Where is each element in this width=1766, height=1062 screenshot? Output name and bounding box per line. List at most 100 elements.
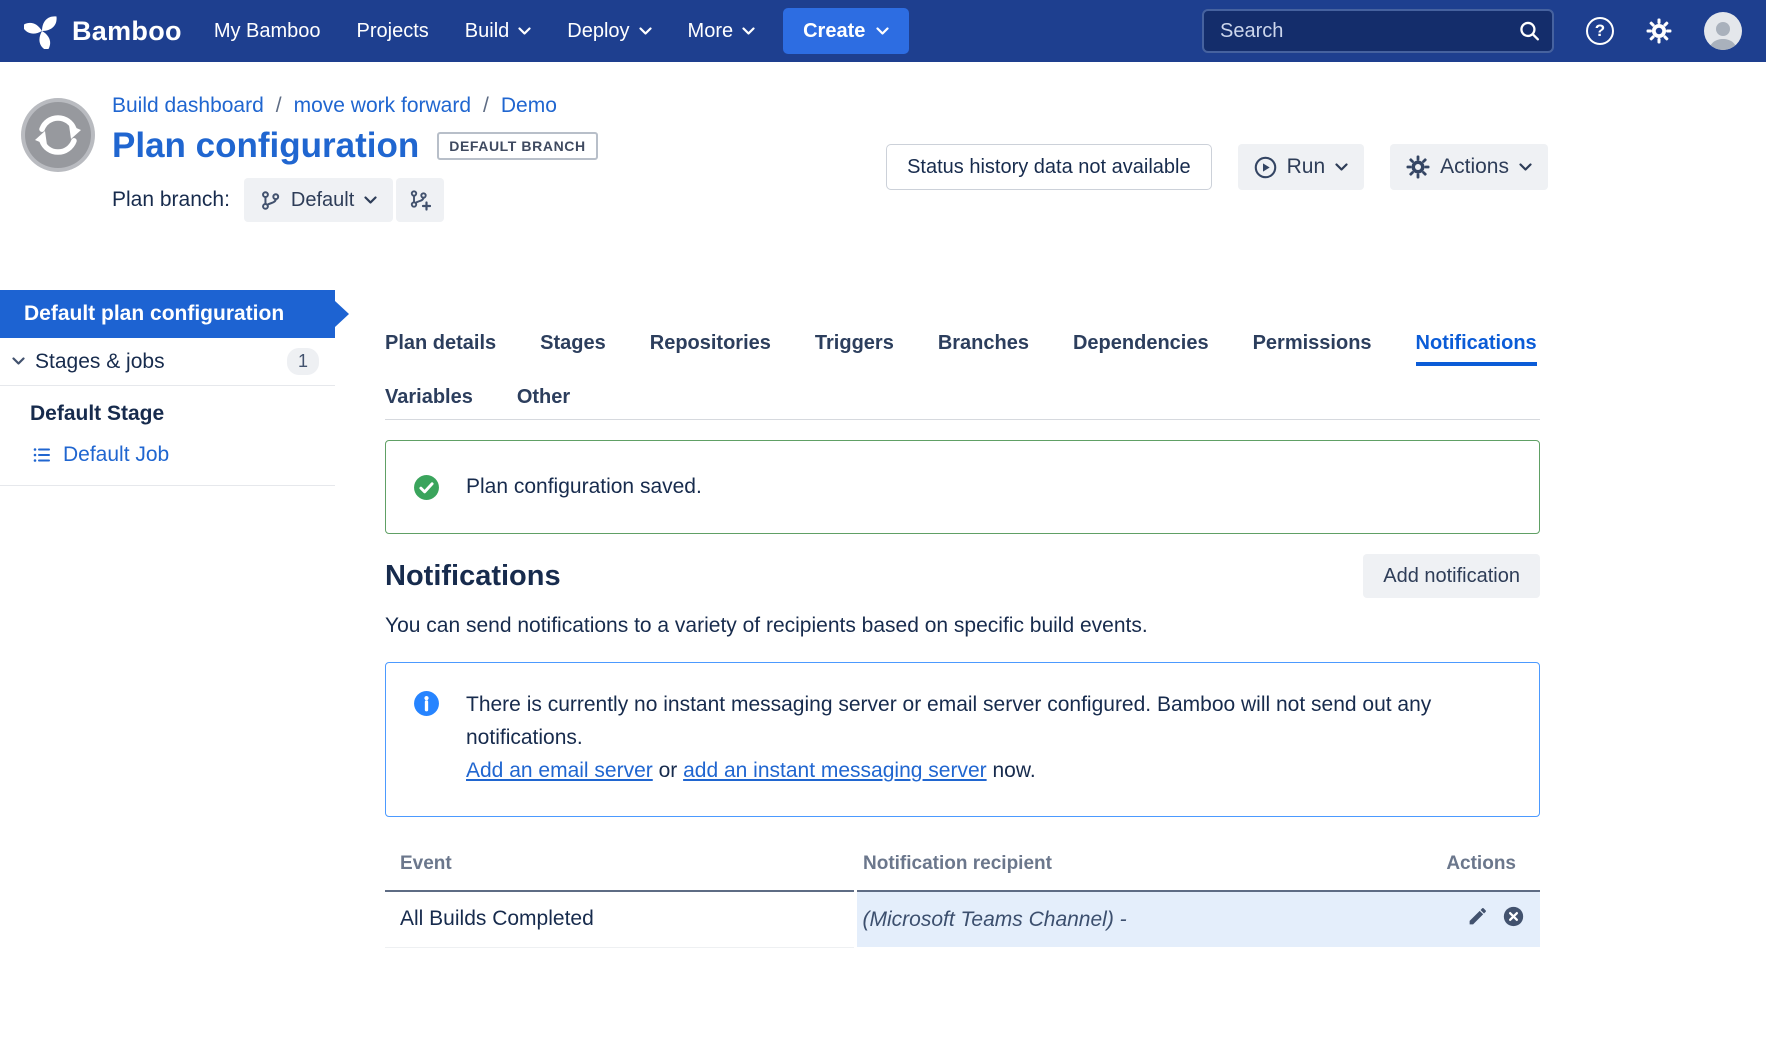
tab-permissions[interactable]: Permissions	[1253, 332, 1372, 355]
tab-triggers[interactable]: Triggers	[815, 332, 894, 355]
add-im-server-link[interactable]: add an instant messaging server	[683, 759, 987, 782]
chevron-down-icon	[518, 27, 531, 36]
user-avatar-icon	[1706, 16, 1740, 50]
notifications-table: Event Notification recipient Actions All…	[385, 843, 1540, 948]
bamboo-home-link[interactable]: Bamboo	[24, 13, 182, 49]
notifications-section-head: Notifications Add notification	[385, 554, 1540, 598]
tab-branches[interactable]: Branches	[938, 332, 1029, 355]
info-suffix-text: now.	[987, 759, 1036, 782]
add-notification-button[interactable]: Add notification	[1363, 554, 1540, 598]
page-header-actions: Status history data not available Run	[886, 144, 1548, 190]
page-title: Plan configuration	[112, 126, 419, 166]
nav-item-my-bamboo[interactable]: My Bamboo	[214, 20, 321, 43]
brand-name: Bamboo	[72, 16, 182, 47]
nav-utilities: ?	[1202, 9, 1742, 53]
nav-item-deploy[interactable]: Deploy	[567, 20, 651, 43]
plan-branch-selector[interactable]: Default	[244, 178, 393, 222]
tab-other[interactable]: Other	[517, 386, 570, 409]
page-header: Build dashboard / move work forward / De…	[0, 62, 1766, 290]
actions-cell	[1400, 891, 1540, 947]
info-separator-text: or	[653, 759, 683, 782]
tab-dependencies[interactable]: Dependencies	[1073, 332, 1209, 355]
nav-item-build[interactable]: Build	[465, 20, 531, 43]
info-circle-icon	[386, 688, 466, 717]
event-cell: All Builds Completed	[385, 891, 855, 947]
pencil-icon	[1467, 906, 1488, 927]
config-tabs: Plan details Stages Repositories Trigger…	[385, 332, 1540, 420]
plan-sync-icon	[20, 97, 96, 173]
main-panel: Plan details Stages Repositories Trigger…	[385, 290, 1540, 948]
config-sidebar: Default plan configuration Stages & jobs…	[0, 290, 335, 486]
nav-label: Deploy	[567, 20, 629, 43]
run-button[interactable]: Run	[1238, 144, 1365, 190]
sidebar-group-stages-jobs[interactable]: Stages & jobs 1	[0, 338, 335, 386]
column-header-recipient: Notification recipient	[855, 843, 1400, 891]
table-header-row: Event Notification recipient Actions	[385, 843, 1540, 891]
help-button[interactable]: ?	[1586, 17, 1614, 45]
nav-label: Build	[465, 20, 509, 43]
nav-item-projects[interactable]: Projects	[357, 20, 429, 43]
info-message-box: There is currently no instant messaging …	[385, 662, 1540, 817]
delete-notification-button[interactable]	[1503, 906, 1524, 927]
question-icon: ?	[1586, 17, 1614, 45]
tabs-row-2: Variables Other	[385, 386, 1540, 409]
primary-nav: My Bamboo Projects Build Deploy More	[214, 20, 755, 43]
section-title: Notifications	[385, 560, 561, 593]
settings-button[interactable]	[1646, 18, 1672, 44]
sidebar-item-default-plan-configuration[interactable]: Default plan configuration	[0, 290, 335, 338]
bamboo-logo-icon	[24, 13, 60, 49]
selected-pointer	[335, 301, 349, 327]
status-history-note: Status history data not available	[886, 144, 1212, 190]
search-box	[1202, 9, 1554, 53]
create-label: Create	[803, 20, 865, 43]
tab-plan-details[interactable]: Plan details	[385, 332, 496, 355]
tab-stages[interactable]: Stages	[540, 332, 606, 355]
default-branch-badge: DEFAULT BRANCH	[437, 132, 597, 160]
gear-icon	[1406, 155, 1430, 179]
breadcrumb-separator: /	[276, 94, 282, 118]
chevron-down-icon	[639, 27, 652, 36]
chevron-down-icon	[742, 27, 755, 36]
actions-label: Actions	[1440, 155, 1509, 179]
breadcrumb-build-dashboard[interactable]: Build dashboard	[112, 94, 264, 118]
stages-count-badge: 1	[287, 348, 319, 375]
search-input[interactable]	[1202, 9, 1554, 53]
add-email-server-link[interactable]: Add an email server	[466, 759, 653, 782]
run-label: Run	[1287, 155, 1326, 179]
nav-label: My Bamboo	[214, 20, 321, 43]
x-circle-icon	[1503, 906, 1524, 927]
table-row: All Builds Completed (Microsoft Teams Ch…	[385, 891, 1540, 947]
breadcrumb-project[interactable]: move work forward	[294, 94, 471, 118]
page-header-main: Build dashboard / move work forward / De…	[112, 62, 1766, 222]
notifications-intro: You can send notifications to a variety …	[385, 614, 1540, 638]
nav-item-more[interactable]: More	[688, 20, 756, 43]
create-button[interactable]: Create	[783, 8, 909, 54]
edit-notification-button[interactable]	[1467, 906, 1488, 927]
actions-button[interactable]: Actions	[1390, 144, 1548, 190]
create-plan-branch-button[interactable]	[396, 178, 444, 222]
info-message-text: There is currently no instant messaging …	[466, 693, 1431, 749]
list-icon	[32, 445, 52, 465]
nav-label: Projects	[357, 20, 429, 43]
column-header-actions: Actions	[1400, 843, 1540, 891]
gear-icon	[1646, 18, 1672, 44]
breadcrumb: Build dashboard / move work forward / De…	[112, 94, 1766, 118]
chevron-down-icon	[1335, 163, 1348, 172]
sidebar-selected-label: Default plan configuration	[24, 302, 284, 326]
chevron-down-icon	[364, 196, 377, 205]
info-message: There is currently no instant messaging …	[466, 688, 1501, 787]
job-label: Default Job	[63, 443, 169, 467]
recipient-cell: (Microsoft Teams Channel) -	[855, 891, 1400, 947]
search-icon	[1518, 20, 1541, 43]
user-avatar[interactable]	[1704, 12, 1742, 50]
sidebar-stage-name: Default Stage	[0, 386, 335, 434]
breadcrumb-plan[interactable]: Demo	[501, 94, 557, 118]
sidebar-item-default-job[interactable]: Default Job	[0, 434, 335, 486]
tab-repositories[interactable]: Repositories	[650, 332, 771, 355]
row-action-icons	[1467, 906, 1524, 927]
chevron-down-icon	[876, 27, 889, 36]
tab-variables[interactable]: Variables	[385, 386, 473, 409]
nav-label: More	[688, 20, 734, 43]
tab-notifications[interactable]: Notifications	[1416, 332, 1537, 366]
play-circle-icon	[1254, 156, 1277, 179]
